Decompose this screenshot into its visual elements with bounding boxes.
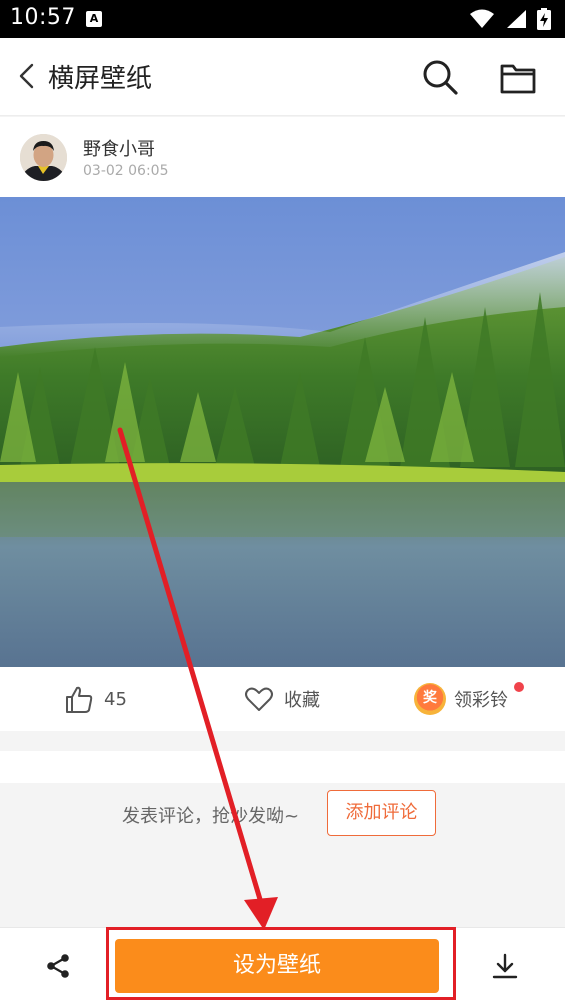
author-row: 野食小哥 03-02 06:05 [0, 117, 565, 197]
comment-prompt: 发表评论，抢沙发呦~ [122, 806, 300, 827]
signal-icon [507, 10, 526, 28]
add-comment-button[interactable]: 添加评论 [327, 790, 436, 836]
search-icon[interactable] [420, 57, 460, 97]
page-title: 横屏壁纸 [48, 64, 153, 94]
avatar[interactable] [20, 134, 67, 181]
download-icon[interactable] [491, 952, 519, 980]
share-icon[interactable] [44, 952, 72, 980]
status-time: 10:57 [10, 5, 76, 30]
like-button[interactable]: 45 [64, 683, 127, 715]
favorite-button[interactable]: 收藏 [244, 683, 320, 715]
notification-dot [514, 682, 524, 692]
wallpaper-image[interactable] [0, 197, 565, 667]
like-count: 45 [104, 688, 127, 710]
status-bar: 10:57 A [0, 0, 565, 38]
action-row: 45 收藏 奖 领彩铃 [0, 667, 565, 731]
heart-icon [245, 687, 273, 711]
section-divider [0, 731, 565, 751]
favorite-label: 收藏 [284, 690, 320, 711]
wifi-icon [470, 9, 494, 28]
content-strip [0, 751, 565, 783]
back-arrow-icon[interactable] [14, 60, 42, 92]
author-name[interactable]: 野食小哥 [83, 135, 155, 161]
annotation-highlight-box [106, 927, 456, 1000]
notification-icon: A [86, 11, 102, 27]
app-bar: 横屏壁纸 [0, 38, 565, 116]
battery-charging-icon [537, 8, 551, 30]
screen: 10:57 A 横屏壁纸 野食小哥 03-02 06:05 45 收藏 奖 领彩… [0, 0, 565, 1004]
folder-icon[interactable] [498, 60, 538, 96]
ringtone-button[interactable]: 奖 领彩铃 [414, 681, 524, 717]
prize-badge-icon: 奖 [414, 683, 446, 715]
post-timestamp: 03-02 06:05 [83, 163, 169, 179]
comment-section: 发表评论，抢沙发呦~ 添加评论 [0, 783, 565, 927]
ringtone-label: 领彩铃 [454, 690, 508, 711]
status-icons [469, 8, 551, 30]
thumbs-up-icon [66, 686, 93, 713]
